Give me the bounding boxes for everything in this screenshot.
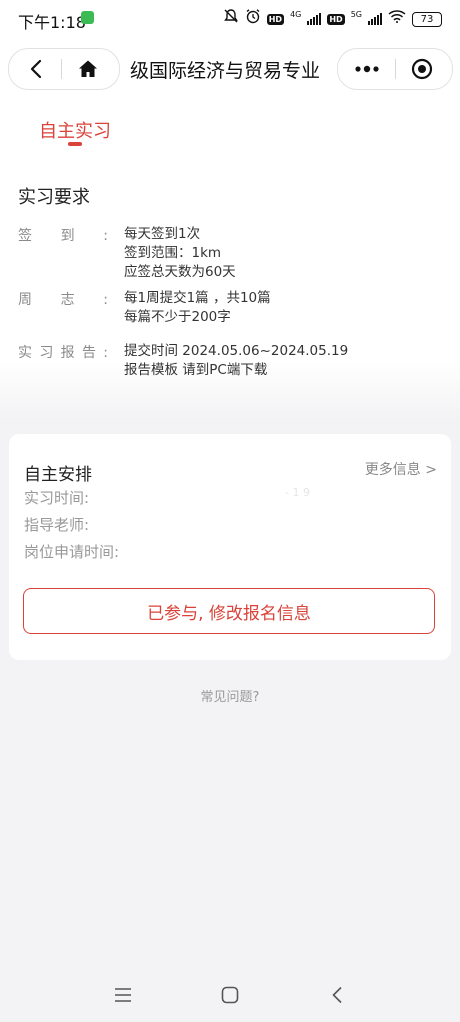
- menu-button[interactable]: [108, 982, 138, 1008]
- internship-time-label: 实习时间:: [24, 489, 90, 507]
- nav-left-capsule: [8, 48, 120, 90]
- requirement-line: 签到范围：1km: [124, 245, 222, 261]
- back-button[interactable]: [21, 55, 51, 83]
- requirement-line: 提交时间 2024.05.06~2024.05.19: [124, 343, 349, 359]
- system-nav-bar: [0, 966, 460, 1022]
- more-options-button[interactable]: [350, 55, 384, 83]
- back-icon: [30, 59, 42, 79]
- home-square-icon: [221, 986, 239, 1004]
- target-circle-icon: [411, 58, 433, 80]
- internship-time-value: - 1 9: [285, 486, 310, 499]
- back-chevron-icon: [332, 986, 342, 1004]
- close-miniprogram-button[interactable]: [404, 55, 440, 83]
- nav-divider: [61, 59, 62, 79]
- battery-icon: 73: [412, 11, 442, 27]
- requirement-line: 报告模板 请到PC端下载: [124, 362, 268, 378]
- status-icons: HD 4G HD 5G 73: [223, 8, 442, 30]
- capsule-divider: [395, 59, 396, 79]
- system-back-button[interactable]: [322, 982, 352, 1008]
- app-notification-icon: [81, 11, 94, 24]
- status-bar: 下午1:18 HD 4G HD 5G 73: [0, 0, 460, 36]
- system-home-button[interactable]: [215, 982, 245, 1008]
- faq-link[interactable]: 常见问题?: [0, 686, 460, 705]
- requirement-details: 每天签到1次 签到范围：1km 应签总天数为60天: [124, 225, 236, 282]
- page-title: 级国际经济与贸易专业: [130, 60, 321, 82]
- card-title: 自主安排: [24, 465, 92, 485]
- nav-right-capsule: [337, 48, 453, 90]
- home-icon: [79, 60, 97, 77]
- hd-badge-2: HD: [327, 13, 345, 25]
- requirement-label: 签到:: [18, 228, 108, 244]
- requirement-line: 应签总天数为60天: [124, 264, 236, 280]
- alarm-icon: [245, 8, 261, 30]
- requirements-title: 实习要求: [18, 187, 90, 208]
- requirement-details: 提交时间 2024.05.06~2024.05.19 报告模板 请到PC端下载: [124, 342, 348, 380]
- menu-icon: [115, 988, 131, 1002]
- tab-active-indicator: [68, 142, 82, 146]
- requirement-label: 周志:: [18, 292, 108, 308]
- more-info-link[interactable]: 更多信息 >: [365, 459, 437, 479]
- home-button[interactable]: [73, 55, 103, 83]
- application-time-label: 岗位申请时间:: [24, 543, 120, 561]
- mute-bell-icon: [223, 8, 239, 30]
- mentor-label: 指导老师:: [24, 516, 90, 534]
- requirement-line: 每天签到1次: [124, 226, 201, 242]
- requirement-details: 每1周提交1篇 ，共10篇 每篇不少于200字: [124, 289, 271, 327]
- wifi-icon: [388, 9, 406, 29]
- network-type-label-2: 5G: [350, 9, 362, 19]
- modify-registration-button[interactable]: 已参与, 修改报名信息: [23, 588, 435, 634]
- more-dots-icon: [355, 65, 379, 73]
- network-type-label: 4G: [290, 9, 302, 19]
- signal-icon-2: [368, 13, 382, 25]
- tab-self-internship[interactable]: 自主实习: [39, 117, 111, 143]
- hd-badge: HD: [266, 13, 285, 25]
- status-time: 下午1:18: [18, 13, 86, 32]
- requirement-line: 每1周提交1篇 ，共10篇: [124, 290, 271, 306]
- requirement-line: 每篇不少于200字: [124, 309, 231, 325]
- requirement-label: 实习报告:: [18, 345, 108, 361]
- arrangement-card: 自主安排 更多信息 > 实习时间: - 1 9 指导老师: 岗位申请时间: 已参…: [9, 434, 451, 660]
- signal-icon: [307, 13, 322, 25]
